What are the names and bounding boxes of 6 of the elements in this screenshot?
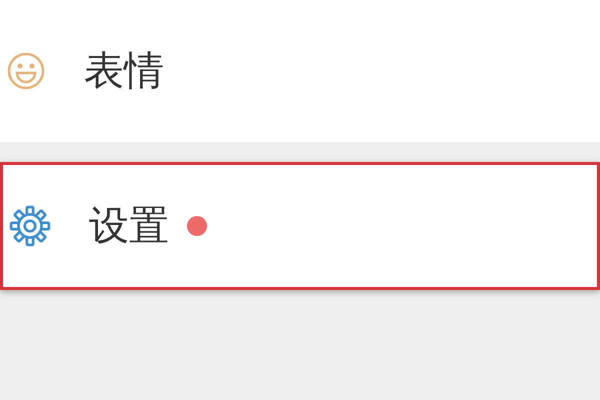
smiley-icon [6, 51, 46, 91]
menu-item[interactable]: 设置 [0, 162, 600, 290]
menu-label: 设置 [89, 206, 169, 246]
settings-icon [9, 205, 51, 247]
menu-label: 表情 [84, 51, 164, 91]
menu-item[interactable]: 表情 [0, 0, 600, 142]
